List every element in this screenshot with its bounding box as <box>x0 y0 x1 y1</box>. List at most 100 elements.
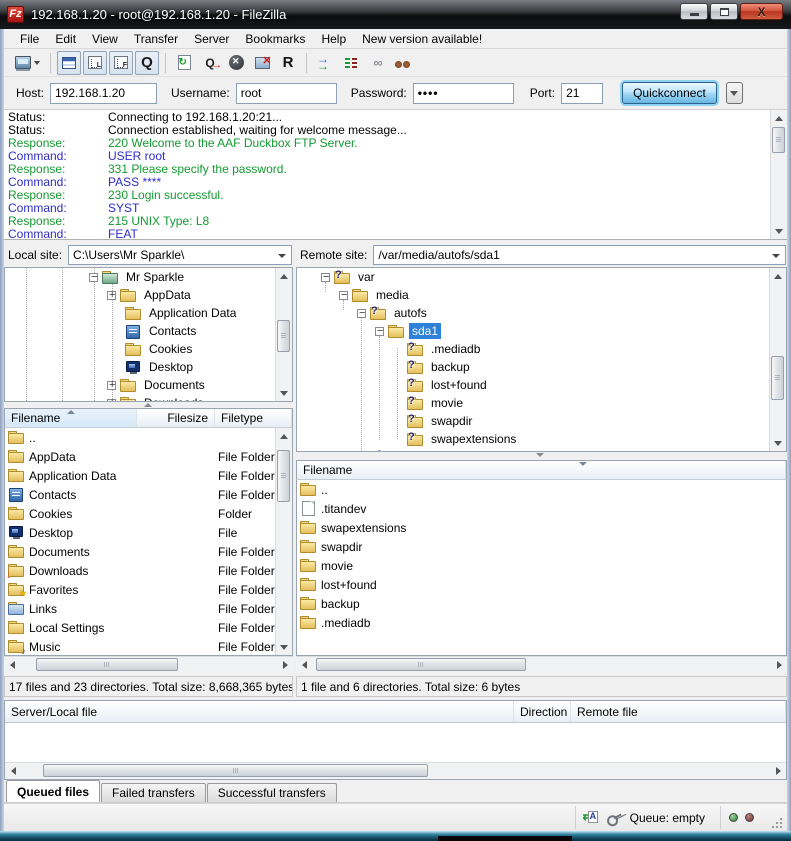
scroll-left-arrow[interactable] <box>5 763 21 779</box>
tree-item[interactable]: ?★↓♪ autofs <box>297 304 768 322</box>
file-row[interactable]: ?★↓♪Documents File Folder <box>5 542 275 561</box>
file-row[interactable]: ?★↓♪.mediadb <box>297 613 786 632</box>
scroll-left-arrow[interactable] <box>296 657 312 673</box>
scroll-up-arrow[interactable] <box>276 268 292 284</box>
remote-site-combo[interactable]: /var/media/autofs/sda1 <box>373 245 786 265</box>
scroll-left-arrow[interactable] <box>4 657 20 673</box>
remote-tree-toggle-button[interactable]: F <box>109 51 133 75</box>
password-input[interactable] <box>413 83 514 104</box>
scroll-up-arrow[interactable] <box>770 268 786 284</box>
tree-item[interactable]: ?★↓♪ lost+found <box>297 376 768 394</box>
scroll-thumb[interactable] <box>771 356 784 400</box>
column-header-remote-file[interactable]: Remote file <box>571 701 786 722</box>
tree-item[interactable]: ?★↓♪ Documents <box>5 376 274 394</box>
file-row[interactable]: ?★↓♪.. <box>297 480 786 499</box>
file-row[interactable]: ?★↓♪Cookies Folder <box>5 504 275 523</box>
tree-item[interactable]: ?★↓♪ backup <box>297 358 768 376</box>
remote-list-hscrollbar[interactable] <box>296 656 787 673</box>
collapse-arrow-icon[interactable] <box>144 403 152 407</box>
queue-tab[interactable]: Queued files <box>6 780 100 802</box>
host-input[interactable] <box>50 83 157 104</box>
scroll-thumb[interactable] <box>277 320 290 352</box>
close-button[interactable]: X <box>740 3 783 20</box>
scroll-thumb[interactable] <box>43 764 428 777</box>
local-tree-toggle-button[interactable]: L <box>83 51 107 75</box>
column-header-filesize[interactable]: Filesize <box>137 409 215 427</box>
column-header-direction[interactable]: Direction <box>514 701 571 722</box>
scroll-right-arrow[interactable] <box>771 657 787 673</box>
file-row[interactable]: ?★↓♪Favorites File Folder <box>5 580 275 599</box>
file-row[interactable]: ?★↓♪.titandev <box>297 499 786 518</box>
remote-sash[interactable] <box>296 452 787 460</box>
scroll-thumb[interactable] <box>36 658 178 671</box>
tree-expander[interactable] <box>375 327 384 336</box>
scroll-thumb[interactable] <box>772 127 785 153</box>
tree-item[interactable]: ?★↓♪ Desktop <box>5 358 274 376</box>
scroll-up-arrow[interactable] <box>771 110 787 126</box>
menu-item[interactable]: View <box>84 30 126 48</box>
minimize-button[interactable] <box>680 3 708 20</box>
tree-item[interactable]: ?★↓♪ Contacts <box>5 322 274 340</box>
menu-item[interactable]: Server <box>186 30 237 48</box>
tree-item[interactable]: ?★↓♪ .mediadb <box>297 340 768 358</box>
file-row[interactable]: ?★↓♪swapextensions <box>297 518 786 537</box>
tree-expander[interactable] <box>107 381 116 390</box>
column-header-filename[interactable]: Filename <box>297 461 786 479</box>
tree-item[interactable]: ?★↓♪ var <box>297 268 768 286</box>
queue-hscrollbar[interactable] <box>5 762 786 779</box>
file-row[interactable]: ?★↓♪swapdir <box>297 537 786 556</box>
tree-item[interactable]: ?★↓♪ swapextensions <box>297 430 768 448</box>
port-input[interactable] <box>561 83 603 104</box>
menu-item[interactable]: Bookmarks <box>237 30 313 48</box>
directory-comparison-button[interactable] <box>339 51 363 75</box>
tree-expander[interactable] <box>321 273 330 282</box>
synchronized-browsing-button[interactable]: ∞ <box>365 51 389 75</box>
file-row[interactable]: ?★↓♪Desktop File <box>5 523 275 542</box>
scroll-down-arrow[interactable] <box>771 223 787 239</box>
menu-item[interactable]: Edit <box>47 30 84 48</box>
maximize-button[interactable] <box>710 3 738 20</box>
unsecure-connection-icon[interactable] <box>604 808 625 827</box>
tree-item[interactable]: ?★↓♪ AppData <box>5 286 274 304</box>
scroll-right-arrow[interactable] <box>277 657 293 673</box>
cancel-button[interactable] <box>224 51 248 75</box>
column-header-server-local-file[interactable]: Server/Local file <box>5 701 514 722</box>
tree-expander[interactable] <box>107 291 116 300</box>
scroll-up-arrow[interactable] <box>276 428 292 444</box>
queue-tab[interactable]: Successful transfers <box>207 783 337 802</box>
disconnect-button[interactable] <box>250 51 274 75</box>
new-version-link[interactable]: New version available! <box>354 30 490 48</box>
process-queue-button[interactable]: Q <box>198 51 222 75</box>
file-row[interactable]: ?★↓♪Downloads File Folder <box>5 561 275 580</box>
queue-toggle-button[interactable]: Q <box>135 51 159 75</box>
compare-arrows-button[interactable] <box>313 51 337 75</box>
tree-item[interactable]: ?★↓♪ Downloads <box>5 394 274 401</box>
file-row[interactable]: ?★↓♪AppData File Folder <box>5 447 275 466</box>
local-list-hscrollbar[interactable] <box>4 656 293 673</box>
scroll-down-arrow[interactable] <box>276 639 292 655</box>
file-row[interactable]: ?★↓♪Music File Folder <box>5 637 275 655</box>
file-row[interactable]: ?★↓♪movie <box>297 556 786 575</box>
tree-item[interactable]: ?★↓♪ Mr Sparkle <box>5 268 274 286</box>
queue-list[interactable] <box>5 723 786 762</box>
menu-item[interactable]: File <box>12 30 47 48</box>
scroll-down-arrow[interactable] <box>770 435 786 451</box>
tree-item[interactable]: ?★↓♪ movie <box>297 394 768 412</box>
find-files-button[interactable] <box>391 51 415 75</box>
tree-item[interactable]: ?★↓♪ sda1 <box>297 322 768 340</box>
username-input[interactable] <box>236 83 337 104</box>
resize-grip[interactable] <box>771 817 783 829</box>
log-scrollbar[interactable] <box>770 110 787 239</box>
tree-item[interactable]: ?★↓♪ swapdir <box>297 412 768 430</box>
site-manager-button[interactable] <box>10 51 44 75</box>
file-row[interactable]: ?★↓♪Local Settings File Folder <box>5 618 275 637</box>
refresh-button[interactable] <box>172 51 196 75</box>
tree-item[interactable]: ?★↓♪ dvd <box>297 448 768 451</box>
remote-tree-scrollbar[interactable] <box>769 268 786 451</box>
tree-item[interactable]: ?★↓♪ Application Data <box>5 304 274 322</box>
transfer-type-icon[interactable] <box>584 810 599 825</box>
file-row[interactable]: ?★↓♪Links File Folder <box>5 599 275 618</box>
file-row[interactable]: ?★↓♪Application Data File Folder <box>5 466 275 485</box>
message-log-toggle-button[interactable] <box>57 51 81 75</box>
tree-item[interactable]: ?★↓♪ media <box>297 286 768 304</box>
